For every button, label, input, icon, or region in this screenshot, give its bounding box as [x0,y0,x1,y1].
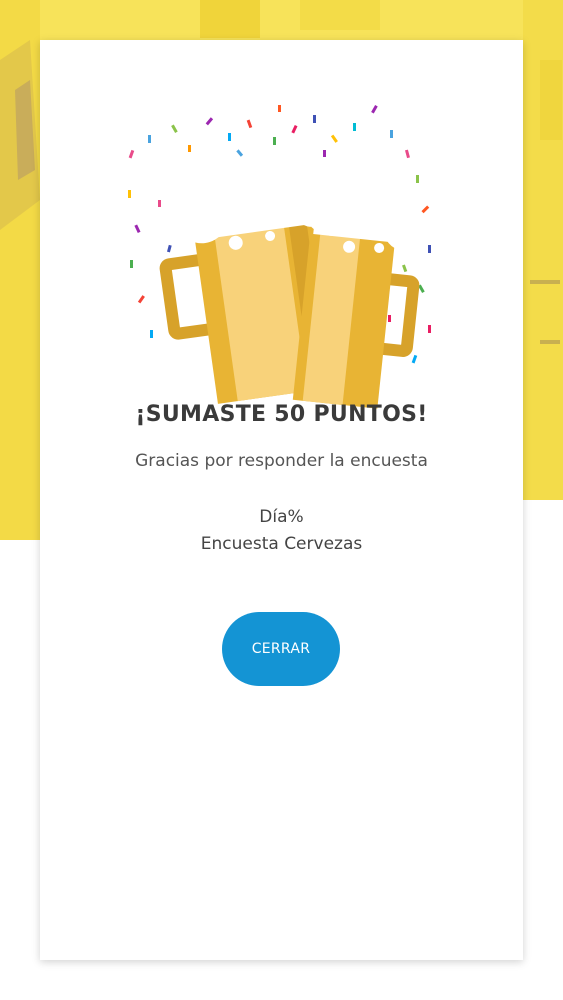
right-beer-mug [292,179,425,409]
brand-name: Día% [259,507,304,527]
thanks-message: Gracias por responder la encuesta [135,451,428,471]
screen: ¡SUMASTE 50 PUNTOS! Gracias por responde… [0,0,563,1000]
success-dialog: ¡SUMASTE 50 PUNTOS! Gracias por responde… [40,40,523,960]
points-title: ¡SUMASTE 50 PUNTOS! [135,402,428,427]
survey-name: Encuesta Cervezas [200,534,363,554]
close-button[interactable]: CERRAR [222,612,340,686]
beer-toast-icon [128,105,431,409]
